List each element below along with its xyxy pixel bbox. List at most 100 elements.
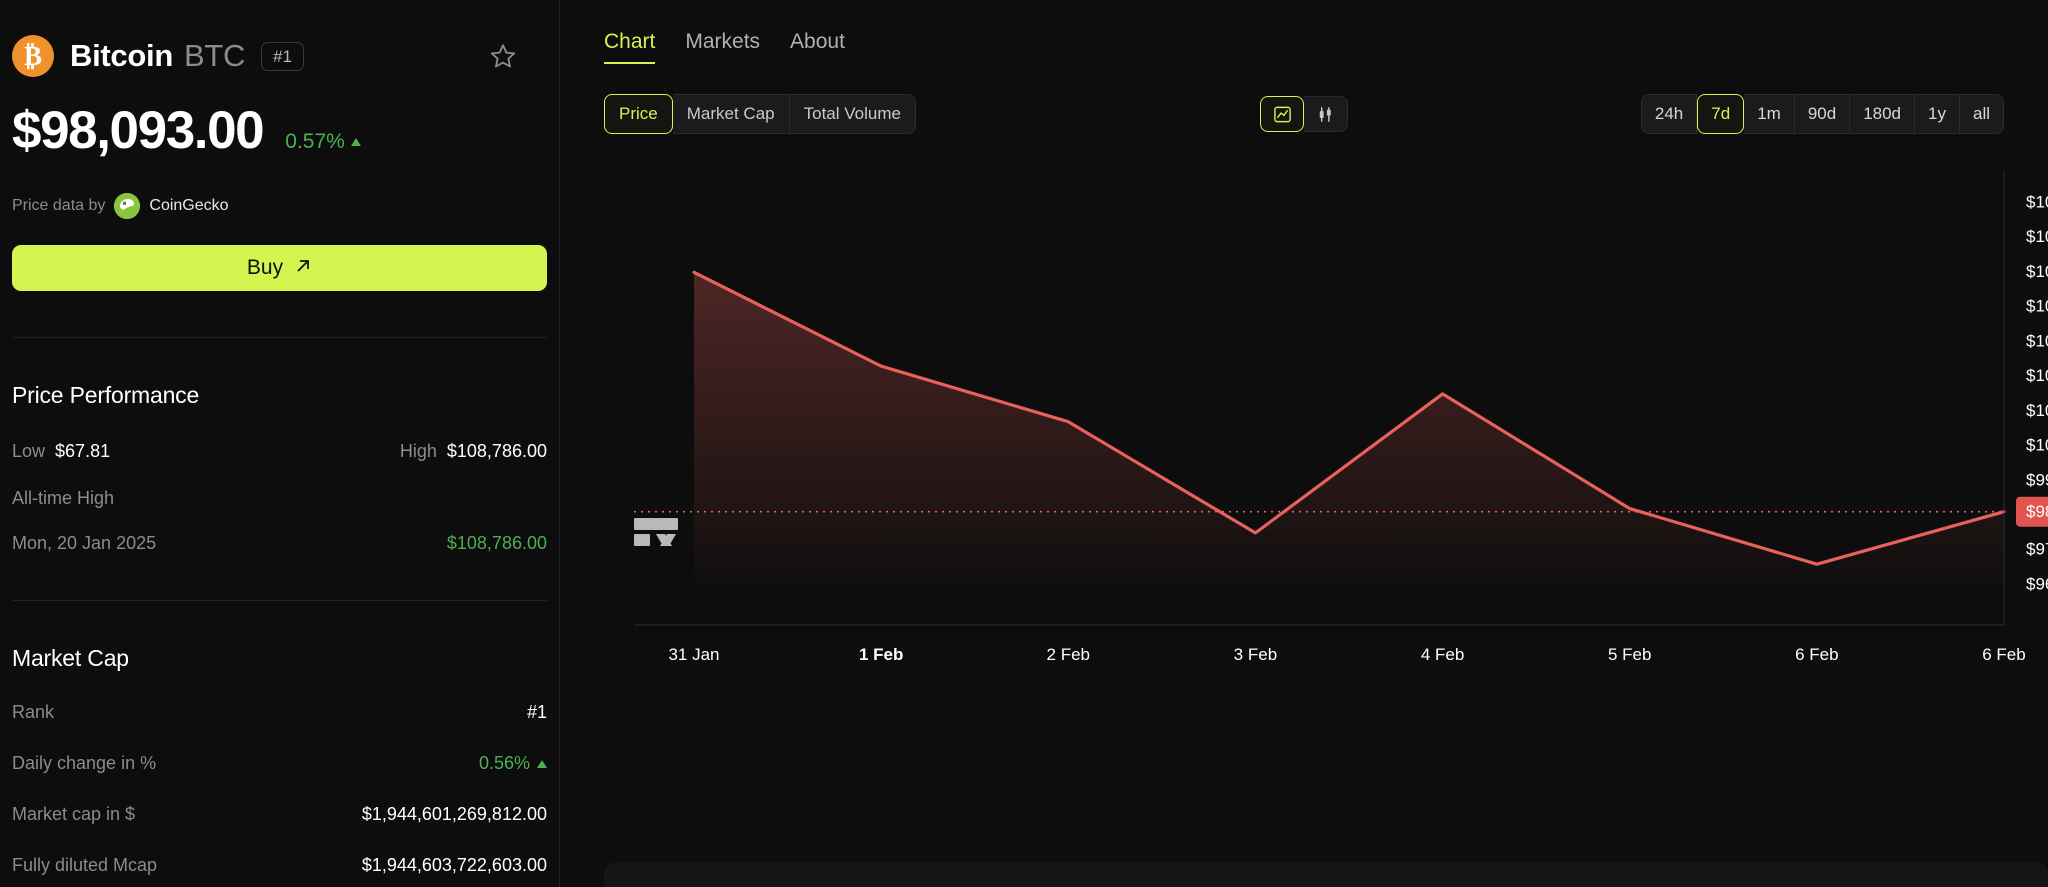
all-time-high-label: All-time High (12, 488, 115, 508)
y-axis-tick: $97.00K (2026, 540, 2048, 559)
chart-controls-bar: Price Market Cap Total Volume 24h 7d 1m … (560, 94, 2048, 134)
price-chart[interactable]: $107.00K $106.00K $105.00K $104.00K $103.00K… (604, 170, 2048, 810)
chart-plot-area (634, 270, 2006, 585)
x-axis-tick: 1 Feb (859, 645, 903, 664)
range-1m[interactable]: 1m (1744, 94, 1795, 134)
current-price-badge: $98.11K (2016, 496, 2048, 527)
candlestick-chart-icon[interactable] (1304, 96, 1348, 132)
row-label: Daily change in % (12, 753, 157, 773)
divider (12, 337, 547, 338)
coin-header: ₿ Bitcoin BTC #1 (12, 0, 547, 84)
x-axis-labels: 31 Jan 1 Feb 2 Feb 3 Feb 4 Feb 5 Feb 6 Feb 6 Fe… (668, 645, 2025, 664)
main-content: Chart Markets About Price Market Cap Tot… (560, 0, 2048, 887)
range-all[interactable]: all (1959, 94, 2004, 134)
x-axis-tick: 5 Feb (1608, 645, 1651, 664)
range-24h[interactable]: 24h (1640, 94, 1698, 134)
price-performance-title: Price Performance (12, 382, 200, 408)
table-row: Daily change in % 0.56% (12, 753, 547, 774)
metric-price[interactable]: Price (604, 94, 673, 134)
low-group: Low $67.81 (12, 441, 110, 462)
x-axis-tick: 2 Feb (1047, 645, 1090, 664)
price-chart-svg[interactable]: $107.00K $106.00K $105.00K $104.00K $103.00K… (604, 170, 2048, 810)
divider (12, 600, 547, 601)
table-row: Rank #1 (12, 702, 547, 723)
y-axis-tick: $106.00K (2026, 227, 2048, 246)
range-7d[interactable]: 7d (1697, 94, 1745, 134)
x-axis-tick: 31 Jan (668, 645, 719, 664)
x-axis-tick: 6 Feb (1982, 645, 2025, 664)
buy-button-label: Buy (246, 256, 284, 279)
price-change: 0.57% (285, 130, 361, 154)
tradingview-icon (634, 518, 678, 546)
y-axis-tick: $107.00K (2026, 192, 2048, 211)
table-row: Market cap in $ $1,944,601,269,812.00 (12, 804, 547, 825)
y-axis-tick: $104.00K (2026, 297, 2048, 316)
market-cap-title: Market Cap (12, 645, 129, 671)
row-value: 0.56% (478, 753, 530, 773)
all-time-high-row: Mon, 20 Jan 2025 $108,786.00 (12, 533, 547, 554)
row-label: Rank (12, 702, 55, 722)
low-label: Low (12, 441, 46, 461)
high-label: High (399, 441, 437, 461)
high-group: High $108,786.00 (400, 441, 547, 462)
attribution-prefix: Price data by (12, 197, 106, 214)
y-axis-tick: $96.00K (2026, 574, 2048, 593)
metric-total-volume[interactable]: Total Volume (789, 94, 916, 134)
time-range-selector: 24h 7d 1m 90d 180d 1y all (1640, 94, 2004, 134)
row-label: Fully diluted Mcap (12, 855, 158, 875)
coin-name: Bitcoin (70, 38, 173, 73)
triangle-up-icon (350, 138, 361, 146)
svg-text:₿: ₿ (24, 41, 42, 71)
y-axis-tick: $103.00K (2026, 331, 2048, 350)
bitcoin-icon: ₿ (12, 35, 54, 77)
tab-about[interactable]: About (790, 30, 845, 64)
x-axis-tick: 3 Feb (1234, 645, 1277, 664)
line-chart-icon[interactable] (1260, 96, 1304, 132)
y-axis-labels: $107.00K $106.00K $105.00K $104.00K $103.00K… (2026, 192, 2048, 593)
rank-badge: #1 (261, 41, 304, 71)
range-180d[interactable]: 180d (1850, 94, 1916, 134)
row-value-group: 0.56% (479, 753, 547, 774)
price-change-value: 0.57% (285, 130, 345, 153)
y-axis-tick: $101.00K (2026, 401, 2048, 420)
chart-area-fill (694, 272, 2004, 585)
all-time-high-date: Mon, 20 Jan 2025 (12, 533, 157, 553)
range-1y[interactable]: 1y (1915, 94, 1960, 134)
y-axis-tick: $100.00K (2026, 436, 2048, 455)
star-outline-icon[interactable] (489, 42, 517, 70)
row-value: $1,944,601,269,812.00 (361, 804, 547, 824)
coin-symbol: BTC (183, 38, 246, 73)
high-value: $108,786.00 (446, 441, 547, 461)
low-value: $67.81 (55, 441, 111, 461)
attribution-source[interactable]: CoinGecko (149, 197, 228, 215)
coingecko-icon (114, 193, 141, 219)
arrow-up-right-icon (295, 256, 312, 280)
current-price: $98,093.00 (12, 101, 265, 160)
coin-sidebar: ₿ Bitcoin BTC #1 $98,093.00 0.57% Price … (0, 0, 560, 887)
row-value: $1,944,603,722,603.00 (361, 855, 547, 875)
low-high-row: Low $67.81 High $108,786.00 (12, 441, 547, 462)
buy-button[interactable]: Buy (12, 245, 547, 291)
triangle-up-icon (537, 759, 547, 768)
all-time-high-value: $108,786.00 (446, 533, 547, 553)
x-axis-tick: 4 Feb (1421, 645, 1464, 664)
y-axis-tick: $102.00K (2026, 366, 2048, 385)
metric-market-cap[interactable]: Market Cap (672, 94, 790, 134)
app-root: ₿ Bitcoin BTC #1 $98,093.00 0.57% Price … (0, 0, 2048, 887)
row-value: #1 (526, 702, 547, 722)
range-90d[interactable]: 90d (1794, 94, 1851, 134)
content-tabs: Chart Markets About (560, 0, 2048, 64)
current-price-badge-label: $98.11K (2026, 502, 2048, 521)
price-data-attribution: Price data by CoinGecko (12, 193, 547, 219)
tab-markets[interactable]: Markets (685, 30, 760, 64)
x-axis-tick: 6 Feb (1795, 645, 1838, 664)
row-label: Market cap in $ (12, 804, 136, 824)
chart-type-toggle (1260, 96, 1348, 132)
metric-segmented-control: Price Market Cap Total Volume (604, 94, 916, 134)
y-axis-tick: $99.00K (2026, 470, 2048, 489)
bottom-panel (604, 862, 2048, 887)
tab-chart[interactable]: Chart (604, 30, 656, 64)
price-row: $98,093.00 0.57% (12, 100, 547, 161)
y-axis-tick: $105.00K (2026, 262, 2048, 281)
table-row: Fully diluted Mcap $1,944,603,722,603.00 (12, 855, 547, 876)
